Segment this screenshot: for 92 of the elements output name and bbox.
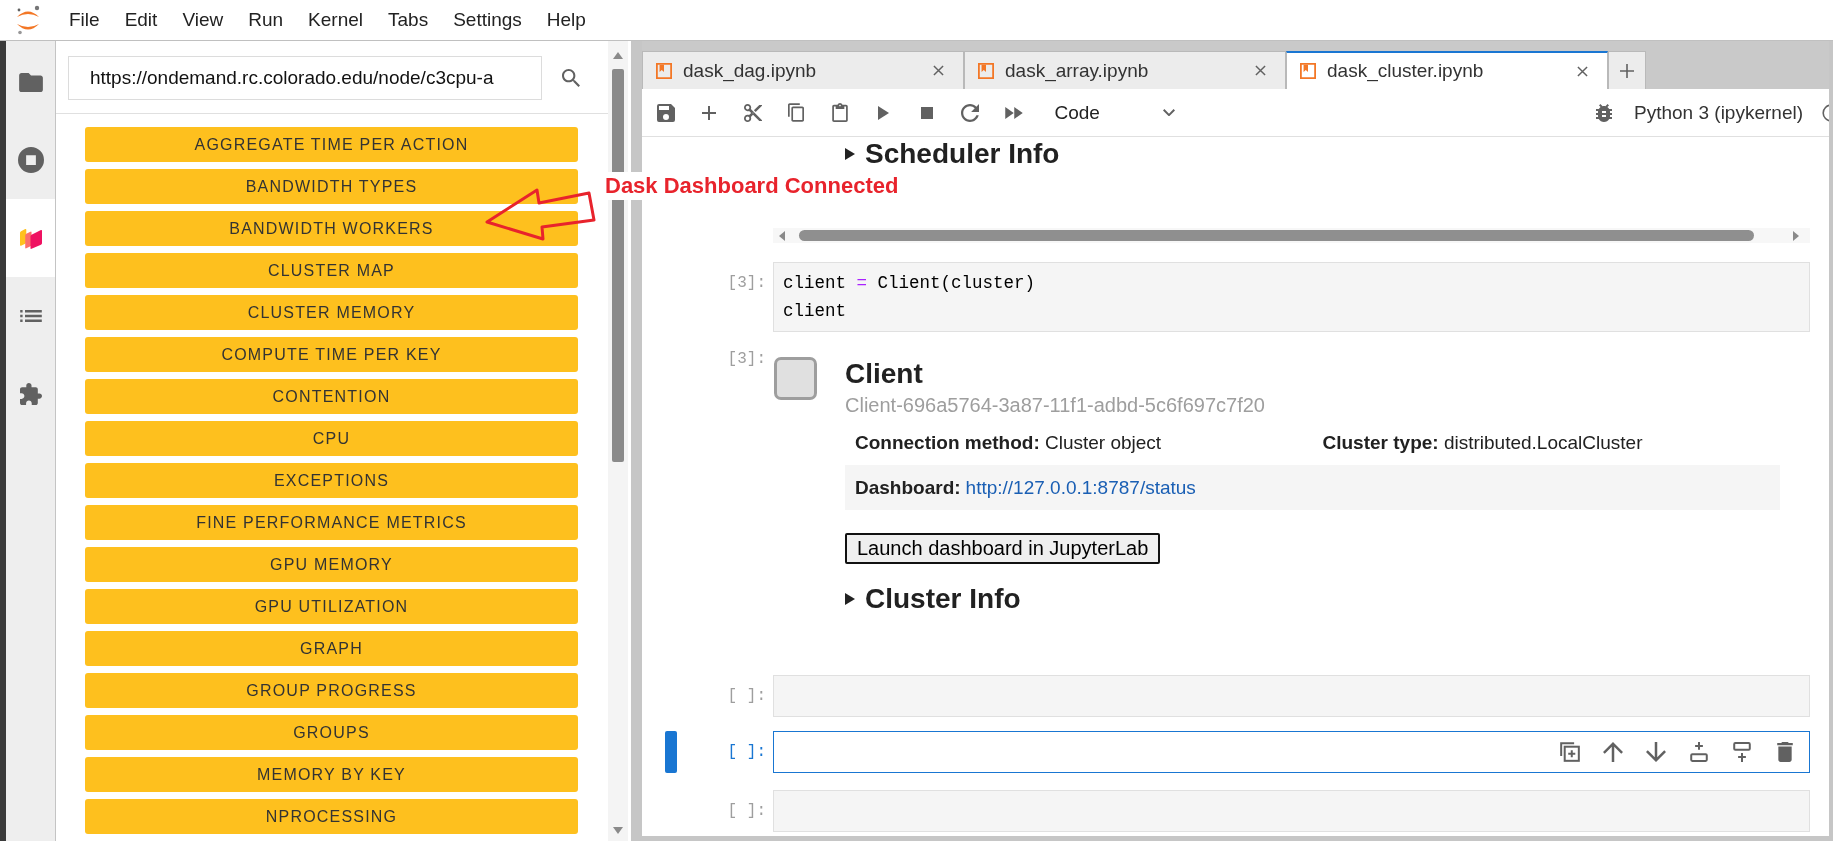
plot-button[interactable]: COMPUTE TIME PER KEY bbox=[85, 337, 578, 372]
disclosure-summary[interactable]: Scheduler Info bbox=[845, 138, 1060, 170]
active-cell-marker bbox=[665, 731, 677, 773]
scrollbar-thumb[interactable] bbox=[799, 230, 1754, 241]
cell-prompt: [ ]: bbox=[727, 801, 766, 822]
close-icon[interactable] bbox=[1577, 65, 1588, 77]
plot-button[interactable]: GPU MEMORY bbox=[85, 547, 578, 582]
scroll-left-icon[interactable] bbox=[779, 230, 785, 241]
arrow-up-icon[interactable] bbox=[1603, 742, 1623, 762]
dashboard-label: Dashboard: bbox=[855, 476, 961, 499]
plus-icon bbox=[1620, 63, 1634, 78]
code-cell[interactable] bbox=[773, 731, 1810, 773]
plot-button[interactable]: EXCEPTIONS bbox=[85, 463, 578, 498]
kernel-status-icon bbox=[1822, 103, 1829, 122]
plot-button[interactable]: AGGREGATE TIME PER ACTION bbox=[85, 127, 578, 162]
disclosure-triangle-icon bbox=[845, 593, 855, 605]
scissors-icon[interactable] bbox=[743, 103, 762, 122]
restart-icon[interactable] bbox=[961, 103, 980, 122]
sidebar-tab[interactable] bbox=[6, 199, 55, 277]
kernel-name-button[interactable]: Python 3 (ipykernel) bbox=[1634, 101, 1803, 124]
add-icon[interactable] bbox=[702, 105, 717, 120]
menu-item[interactable]: Settings bbox=[453, 8, 522, 32]
plot-button[interactable]: BANDWIDTH TYPES bbox=[85, 169, 578, 204]
notebook-tab[interactable]: dask_dag.ipynb bbox=[642, 51, 964, 89]
plot-button[interactable]: CLUSTER MAP bbox=[85, 253, 578, 288]
cell-prompt: [ ]: bbox=[727, 686, 766, 707]
menu-item[interactable]: Tabs bbox=[388, 8, 429, 32]
folder-icon bbox=[18, 72, 43, 92]
clipboard-icon[interactable] bbox=[831, 103, 848, 122]
plot-button[interactable]: BANDWIDTH WORKERS bbox=[85, 211, 578, 246]
client-id: Client-696a5764-3a87-11f1-adbd-5c6f697c7f20 bbox=[845, 393, 1265, 417]
scroll-down-icon[interactable] bbox=[613, 827, 623, 834]
cell-prompt: [3]: bbox=[727, 349, 766, 370]
puzzle-icon bbox=[19, 383, 42, 405]
search-icon[interactable] bbox=[562, 69, 580, 87]
url-field[interactable]: https://ondemand.rc.colorado.edu/node/c3cpu-a bbox=[68, 56, 542, 100]
arrow-down-icon[interactable] bbox=[1646, 742, 1666, 762]
launch-dashboard-button[interactable]: Launch dashboard in JupyterLab bbox=[845, 533, 1161, 564]
info-field: Connection method: Cluster object bbox=[855, 432, 1162, 453]
disclosure-triangle-icon bbox=[845, 148, 855, 160]
plot-button[interactable]: GROUP PROGRESS bbox=[85, 673, 578, 708]
menu-item[interactable]: Run bbox=[248, 8, 284, 32]
cell-prompt: [3]: bbox=[727, 273, 766, 294]
dashboard-link[interactable]: http://127.0.0.1:8787/status bbox=[965, 476, 1196, 499]
list-icon bbox=[19, 310, 42, 322]
notebook-tab[interactable]: dask_array.ipynb bbox=[964, 51, 1286, 89]
code-cell[interactable]: client = Client(cluster) client bbox=[773, 262, 1810, 332]
save-icon[interactable] bbox=[656, 103, 675, 122]
insert-above-icon[interactable] bbox=[1689, 742, 1709, 762]
code-line: client bbox=[783, 300, 846, 323]
caret-icon bbox=[1162, 108, 1175, 117]
plot-button[interactable]: GRAPH bbox=[85, 631, 578, 666]
notebook-icon bbox=[656, 62, 672, 79]
menu-item[interactable]: Edit bbox=[124, 8, 158, 32]
cell-prompt: [ ]: bbox=[727, 742, 766, 763]
duplicate-icon[interactable] bbox=[1560, 742, 1580, 762]
scroll-up-icon[interactable] bbox=[613, 52, 623, 59]
stacked-cards-icon bbox=[19, 227, 42, 249]
copy-icon[interactable] bbox=[788, 103, 805, 122]
plot-button[interactable]: NPROCESSING bbox=[85, 799, 578, 834]
run-icon[interactable] bbox=[877, 105, 889, 120]
disclosure-summary[interactable]: Cluster Info bbox=[845, 582, 1021, 616]
code-line: client = Client(cluster) bbox=[783, 272, 1036, 295]
close-icon[interactable] bbox=[1255, 65, 1266, 76]
notebook-icon bbox=[1300, 63, 1316, 79]
plot-button[interactable]: GROUPS bbox=[85, 715, 578, 750]
scroll-right-icon[interactable] bbox=[1793, 230, 1799, 241]
menu-item[interactable]: Kernel bbox=[308, 8, 363, 32]
notebook-tab[interactable]: dask_cluster.ipynb bbox=[1286, 51, 1608, 89]
output-title: Client bbox=[845, 357, 923, 391]
plot-button[interactable]: FINE PERFORMANCE METRICS bbox=[85, 505, 578, 540]
menu-item[interactable]: View bbox=[182, 8, 224, 32]
stop-icon[interactable] bbox=[920, 106, 933, 119]
plot-button[interactable]: MEMORY BY KEY bbox=[85, 757, 578, 792]
insert-below-icon[interactable] bbox=[1732, 742, 1752, 762]
fast-forward-icon[interactable] bbox=[1004, 106, 1023, 119]
menu-item[interactable]: File bbox=[69, 8, 100, 32]
menu-item[interactable]: Help bbox=[546, 8, 586, 32]
app-logo-icon[interactable] bbox=[15, 5, 41, 35]
rounded-square-icon bbox=[774, 357, 817, 400]
close-icon[interactable] bbox=[933, 65, 944, 76]
plot-button[interactable]: CONTENTION bbox=[85, 379, 578, 414]
notebook-icon bbox=[978, 62, 994, 79]
horizontal-scrollbar[interactable] bbox=[773, 228, 1810, 243]
info-field: Cluster type: distributed.LocalCluster bbox=[1322, 432, 1643, 453]
trash-icon[interactable] bbox=[1775, 742, 1795, 762]
plot-button[interactable]: GPU UTILIZATION bbox=[85, 589, 578, 624]
plot-button[interactable]: CPU bbox=[85, 421, 578, 456]
plot-button[interactable]: CLUSTER MEMORY bbox=[85, 295, 578, 330]
bug-icon[interactable] bbox=[1596, 103, 1613, 122]
new-tab-button[interactable] bbox=[1608, 51, 1646, 89]
cell-type-dropdown[interactable]: Code bbox=[1046, 97, 1181, 128]
